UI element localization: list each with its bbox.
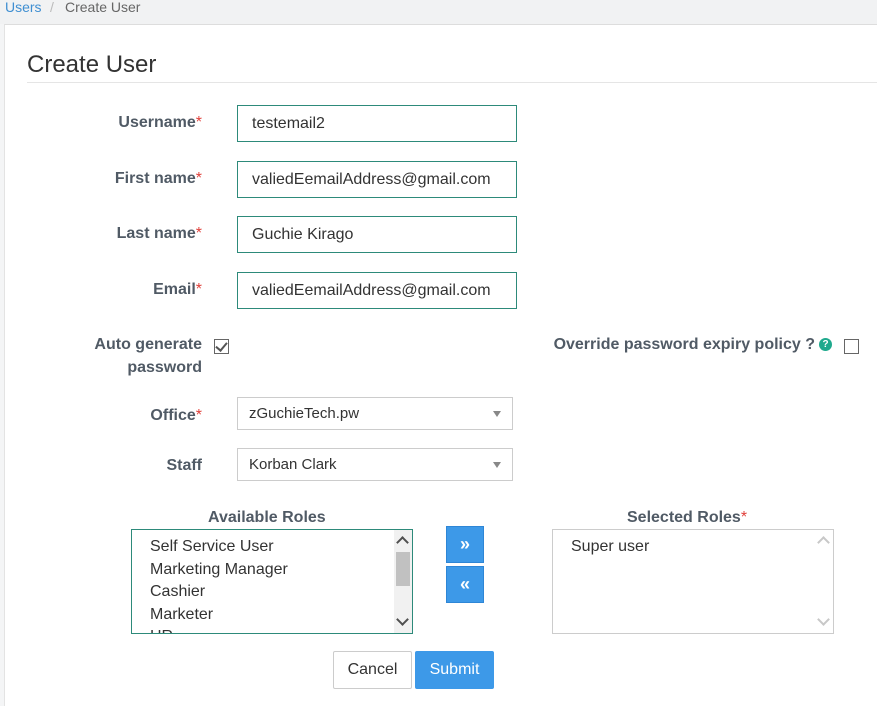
override-policy-checkbox[interactable] <box>844 339 859 354</box>
last-name-input[interactable] <box>237 216 517 253</box>
cancel-button[interactable]: Cancel <box>333 651 412 689</box>
email-input[interactable] <box>237 272 517 309</box>
selected-roles-label-text: Selected Roles <box>627 509 741 526</box>
scroll-down-icon <box>817 613 830 626</box>
scroll-thumb[interactable] <box>396 552 410 586</box>
breadcrumb-separator: / <box>50 0 54 15</box>
add-role-button[interactable]: » <box>446 526 484 563</box>
breadcrumb-users-link[interactable]: Users <box>5 0 42 14</box>
required-marker: * <box>195 407 202 424</box>
caret-down-icon <box>493 411 501 417</box>
office-label-text: Office <box>150 407 196 424</box>
office-selected-value: zGuchieTech.pw <box>249 405 360 422</box>
required-marker: * <box>740 509 748 526</box>
email-label: Email* <box>85 278 202 301</box>
office-select[interactable]: zGuchieTech.pw <box>237 397 513 430</box>
selected-roles-scrollbar <box>815 530 833 633</box>
role-option[interactable]: Self Service User <box>132 536 412 559</box>
selected-roles-items: Super user <box>553 530 833 559</box>
role-option[interactable]: HR <box>132 626 412 633</box>
caret-down-icon <box>493 462 501 468</box>
scroll-down-icon[interactable] <box>396 613 409 626</box>
auto-generate-label: Auto generate password <box>65 333 202 379</box>
scroll-up-icon[interactable] <box>396 536 409 549</box>
first-name-label: First name* <box>85 167 202 190</box>
check-icon <box>215 339 228 352</box>
question-circle-icon[interactable]: ? <box>819 338 832 351</box>
role-option[interactable]: Super user <box>553 536 833 559</box>
available-roles-list[interactable]: Self Service User Marketing Manager Cashie… <box>131 529 413 634</box>
available-roles-label: Available Roles <box>208 509 326 526</box>
breadcrumb: Users / Create User <box>0 0 877 24</box>
required-marker: * <box>195 170 202 187</box>
title-divider <box>27 82 877 83</box>
staff-label: Staff <box>166 457 202 474</box>
available-roles-scrollbar[interactable] <box>394 530 412 633</box>
available-roles-items: Self Service User Marketing Manager Cashie… <box>132 530 412 633</box>
last-name-label-text: Last name <box>116 225 196 242</box>
role-option[interactable]: Cashier <box>132 581 412 604</box>
auto-generate-label-line2: password <box>127 359 202 376</box>
required-marker: * <box>195 114 202 131</box>
override-policy-label: Override password expiry policy ? <box>553 336 815 353</box>
staff-select[interactable]: Korban Clark <box>237 448 513 481</box>
create-user-panel: Create User Username* First name* Last n… <box>4 24 877 706</box>
email-label-text: Email <box>153 281 196 298</box>
breadcrumb-current: Create User <box>65 0 141 15</box>
submit-button[interactable]: Submit <box>415 651 494 689</box>
auto-generate-label-line1: Auto generate <box>94 336 202 353</box>
role-option[interactable]: Marketer <box>132 604 412 627</box>
first-name-label-text: First name <box>114 170 196 187</box>
remove-role-button[interactable]: « <box>446 566 484 603</box>
username-label-text: Username <box>118 114 196 131</box>
office-label: Office* <box>85 404 202 427</box>
page-title: Create User <box>27 51 157 78</box>
username-input[interactable] <box>237 105 517 142</box>
scroll-up-icon <box>817 536 830 549</box>
auto-generate-checkbox[interactable] <box>214 339 229 354</box>
required-marker: * <box>195 225 202 242</box>
last-name-label: Last name* <box>85 222 202 245</box>
staff-selected-value: Korban Clark <box>249 456 337 473</box>
first-name-input[interactable] <box>237 161 517 198</box>
role-option[interactable]: Marketing Manager <box>132 559 412 582</box>
required-marker: * <box>195 281 202 298</box>
username-label: Username* <box>85 111 202 134</box>
selected-roles-list[interactable]: Super user <box>552 529 834 634</box>
selected-roles-label: Selected Roles* <box>627 508 747 528</box>
